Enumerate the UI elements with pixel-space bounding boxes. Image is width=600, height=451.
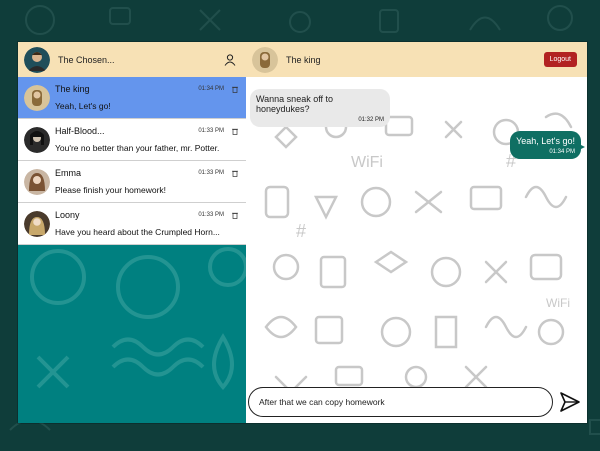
send-icon[interactable] bbox=[557, 389, 583, 415]
contact-avatar[interactable] bbox=[252, 46, 278, 73]
outgoing-message: Yeah, Let's go! 01:34 PM bbox=[510, 131, 585, 159]
incoming-message: Wanna sneak off to honeydukes? 01:32 PM bbox=[250, 89, 390, 127]
sidebar-pattern bbox=[30, 247, 246, 390]
conversation-panel: The king Logout WiFi WiFi # # Wanna snea… bbox=[246, 42, 587, 423]
user-name: The Chosen... bbox=[58, 54, 115, 65]
chat-name: Loony bbox=[55, 210, 80, 220]
chat-list: The king 01:34 PM Yeah, Let's go! Half-B… bbox=[18, 77, 246, 245]
svg-text:WiFi: WiFi bbox=[351, 154, 383, 171]
chat-name: The king bbox=[55, 84, 90, 94]
chat-name: Half-Blood... bbox=[55, 126, 105, 136]
message-text: Yeah, Let's go! bbox=[516, 136, 575, 146]
avatar bbox=[24, 210, 50, 237]
avatar bbox=[24, 126, 50, 153]
chat-app: The Chosen... The king 01:34 PM Yeah, Le… bbox=[18, 42, 587, 423]
chat-item-loony[interactable]: Loony 01:33 PM Have you heard about the … bbox=[18, 203, 246, 245]
trash-icon[interactable] bbox=[230, 84, 240, 94]
logout-button[interactable]: Logout bbox=[543, 52, 577, 67]
chat-time: 01:33 PM bbox=[198, 170, 224, 176]
conversation-title: The king bbox=[286, 54, 321, 65]
chat-last-message: Have you heard about the Crumpled Horn..… bbox=[55, 227, 220, 237]
chat-last-message: You're no better than your father, mr. P… bbox=[55, 143, 220, 153]
chat-time: 01:34 PM bbox=[198, 86, 224, 92]
chat-item-the-king[interactable]: The king 01:34 PM Yeah, Let's go! bbox=[18, 77, 246, 119]
chat-last-message: Yeah, Let's go! bbox=[55, 101, 111, 111]
user-icon[interactable] bbox=[222, 52, 238, 68]
message-time: 01:32 PM bbox=[358, 117, 384, 123]
conversation-header: The king Logout bbox=[246, 42, 587, 77]
sidebar: The Chosen... The king 01:34 PM Yeah, Le… bbox=[18, 42, 246, 423]
avatar bbox=[24, 84, 50, 111]
composer bbox=[246, 381, 587, 423]
svg-text:#: # bbox=[296, 221, 306, 241]
chat-name: Emma bbox=[55, 168, 82, 178]
chat-time: 01:33 PM bbox=[198, 128, 224, 134]
chat-time: 01:33 PM bbox=[198, 212, 224, 218]
svg-text:WiFi: WiFi bbox=[546, 296, 570, 310]
chat-wallpaper: WiFi WiFi # # bbox=[264, 112, 573, 394]
trash-icon[interactable] bbox=[230, 126, 240, 136]
message-input[interactable] bbox=[248, 387, 553, 417]
message-text: Wanna sneak off to honeydukes? bbox=[256, 94, 334, 114]
trash-icon[interactable] bbox=[230, 168, 240, 178]
message-time: 01:34 PM bbox=[549, 149, 575, 155]
user-avatar[interactable] bbox=[24, 46, 50, 73]
message-area[interactable]: WiFi WiFi # # Wanna sneak off to honeydu… bbox=[246, 77, 587, 423]
chat-item-emma[interactable]: Emma 01:33 PM Please finish your homewor… bbox=[18, 161, 246, 203]
trash-icon[interactable] bbox=[230, 210, 240, 220]
chat-last-message: Please finish your homework! bbox=[55, 185, 167, 195]
sidebar-header: The Chosen... bbox=[18, 42, 246, 77]
chat-item-half-blood[interactable]: Half-Blood... 01:33 PM You're no better … bbox=[18, 119, 246, 161]
avatar bbox=[24, 168, 50, 195]
